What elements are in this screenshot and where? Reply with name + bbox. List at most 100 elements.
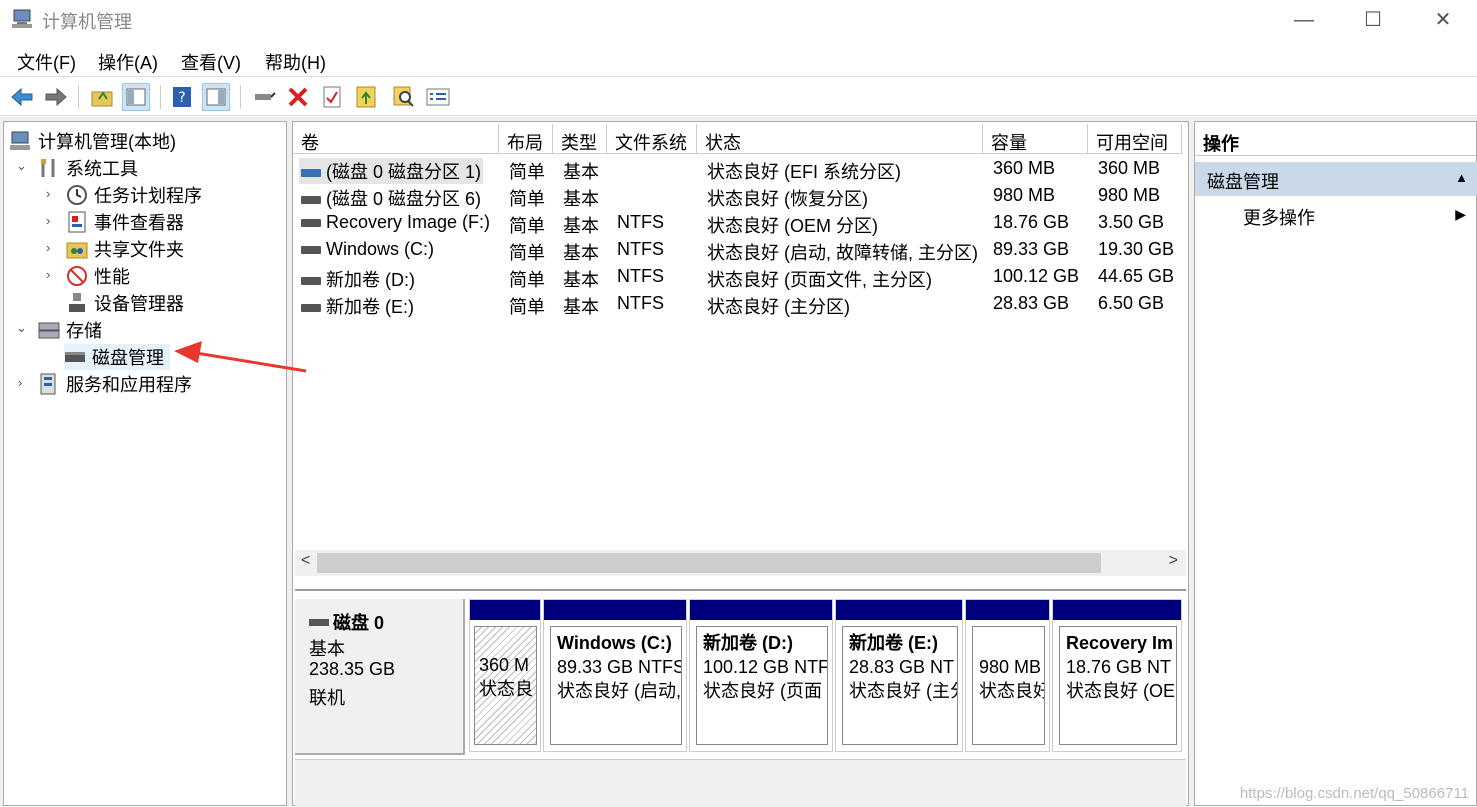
tree-root-label: 计算机管理(本地) (38, 132, 176, 152)
partition-block[interactable]: Windows (C:) 89.33 GB NTFS 状态良好 (启动, (543, 599, 687, 752)
tree-item-services-apps[interactable]: 服务和应用程序 (38, 371, 192, 397)
properties-icon[interactable] (318, 83, 346, 111)
toolbar-separator (240, 85, 241, 109)
volume-type: 基本 (563, 243, 599, 263)
more-actions-item[interactable]: 更多操作 (1243, 204, 1315, 230)
volume-type: 基本 (563, 297, 599, 317)
volume-name: Windows (C:) (301, 239, 434, 260)
menu-file[interactable]: 文件(F) (17, 49, 76, 75)
tree-item-task-scheduler[interactable]: 任务计划程序 (66, 182, 202, 208)
chevron-down-icon[interactable]: ⌄ (16, 320, 27, 336)
chevron-right-icon[interactable]: › (46, 213, 50, 228)
volume-layout: 简单 (509, 243, 545, 263)
menu-view[interactable]: 查看(V) (181, 49, 241, 75)
volume-capacity: 100.12 GB (993, 266, 1080, 286)
volume-type: 基本 (563, 216, 599, 236)
chevron-right-icon[interactable]: › (46, 240, 50, 255)
chevron-down-icon[interactable]: ⌄ (16, 158, 27, 174)
tree-item-storage[interactable]: 存储 (38, 317, 102, 343)
partition-body: 新加卷 (E:) 28.83 GB NT 状态良好 (主分 (842, 626, 958, 745)
disk-icon (64, 346, 86, 368)
minimize-button[interactable]: — (1281, 4, 1327, 36)
column-header-capacity[interactable]: 容量 (983, 124, 1088, 154)
show-hide-action-pane-icon[interactable] (202, 83, 230, 111)
partition-block[interactable]: 新加卷 (E:) 28.83 GB NT 状态良好 (主分 (835, 599, 963, 752)
forward-arrow-icon[interactable] (42, 83, 70, 111)
column-header-type[interactable]: 类型 (553, 124, 607, 154)
column-header-layout[interactable]: 布局 (499, 124, 553, 154)
tree-item-event-viewer[interactable]: 事件查看器 (66, 209, 184, 235)
column-header-filesystem[interactable]: 文件系统 (607, 124, 697, 154)
partition-block[interactable]: 360 M 状态良 (469, 599, 541, 752)
volume-free: 980 MB (1098, 185, 1161, 205)
column-header-free-space[interactable]: 可用空间 (1088, 124, 1182, 154)
volume-list-pane: 卷 布局 类型 文件系统 状态 容量 可用空间 (磁盘 0 磁盘分区 1) 简单… (292, 121, 1189, 807)
tree-item-label: 存储 (66, 321, 102, 341)
volume-name-text: 新加卷 (D:) (326, 270, 415, 290)
tree-item-disk-management[interactable]: 磁盘管理 (64, 344, 170, 370)
volume-free: 6.50 GB (1098, 293, 1165, 313)
delete-icon[interactable] (284, 83, 312, 111)
partition-header (470, 600, 540, 620)
watermark: https://blog.csdn.net/qq_50866711 (1239, 785, 1469, 802)
volume-status: 状态良好 (EFI 系统分区) (707, 162, 901, 182)
column-header-volume[interactable]: 卷 (293, 124, 499, 154)
tree-root[interactable]: 计算机管理(本地) (10, 128, 176, 154)
list-icon[interactable] (424, 83, 452, 111)
menu-help[interactable]: 帮助(H) (265, 49, 326, 75)
volume-name-text: Recovery Image (F:) (326, 212, 491, 232)
volume-icon (301, 169, 321, 178)
chevron-right-icon[interactable]: › (46, 186, 50, 201)
show-hide-tree-icon[interactable] (122, 83, 150, 111)
help-icon[interactable]: ? (168, 83, 196, 111)
partition-status: 状态良好 (OE (1066, 681, 1176, 701)
volume-capacity: 980 MB (993, 185, 1056, 205)
volume-free: 360 MB (1098, 158, 1161, 178)
close-button[interactable]: ✕ (1420, 4, 1466, 36)
tools-icon (38, 157, 60, 179)
scrollbar-thumb[interactable] (317, 553, 1101, 573)
chevron-right-icon[interactable]: › (46, 267, 50, 282)
storage-icon (38, 319, 60, 341)
services-icon (38, 373, 60, 395)
volume-name: 新加卷 (E:) (301, 293, 414, 319)
tree-item-performance[interactable]: 性能 (66, 263, 130, 289)
search-icon[interactable] (390, 83, 418, 111)
volume-type: 基本 (563, 270, 599, 290)
maximize-button[interactable]: ☐ (1350, 4, 1396, 36)
horizontal-scrollbar[interactable]: < > (295, 550, 1186, 576)
menu-bar: 文件(F) 操作(A) 查看(V) 帮助(H) (0, 42, 1477, 76)
volume-icon (301, 304, 321, 313)
expand-arrow-icon[interactable]: ▶ (1455, 206, 1466, 223)
partition-body: 360 M 状态良 (474, 626, 537, 745)
partition-header (836, 600, 962, 620)
partition-size: 28.83 GB NT (849, 657, 955, 677)
partition-body: 新加卷 (D:) 100.12 GB NTF 状态良好 (页面 (696, 626, 828, 745)
tree-item-shared-folders[interactable]: 共享文件夹 (66, 236, 184, 262)
column-header-status[interactable]: 状态 (697, 124, 983, 154)
tree-item-label: 任务计划程序 (94, 186, 202, 206)
up-folder-icon[interactable] (88, 83, 116, 111)
scroll-left-button[interactable]: < (301, 552, 310, 570)
tree-item-system-tools[interactable]: 系统工具 (38, 155, 138, 181)
partition-block[interactable]: 新加卷 (D:) 100.12 GB NTF 状态良好 (页面 (689, 599, 833, 752)
scroll-right-button[interactable]: > (1169, 552, 1178, 570)
disk-info-panel[interactable]: 磁盘 0 基本 238.35 GB 联机 (295, 599, 465, 755)
connect-icon[interactable] (250, 83, 278, 111)
partition-status: 状态良好 (页面 (703, 681, 822, 701)
refresh-icon[interactable] (352, 83, 380, 111)
partition-size: 100.12 GB NTF (703, 657, 828, 677)
menu-action[interactable]: 操作(A) (98, 49, 158, 75)
volume-capacity: 28.83 GB (993, 293, 1070, 313)
back-arrow-icon[interactable] (8, 83, 36, 111)
collapse-icon[interactable]: ▲ (1455, 170, 1468, 185)
chevron-right-icon[interactable]: › (18, 375, 22, 390)
tree-item-label: 磁盘管理 (92, 348, 164, 368)
volume-type: 基本 (563, 162, 599, 182)
partition-block[interactable]: 980 MB 状态良好 (965, 599, 1050, 752)
tree-item-device-manager[interactable]: 设备管理器 (66, 290, 184, 316)
volume-status: 状态良好 (页面文件, 主分区) (707, 270, 932, 290)
partition-block[interactable]: Recovery Im 18.76 GB NT 状态良好 (OE (1052, 599, 1182, 752)
actions-section-disk-management[interactable]: 磁盘管理 ▲ (1195, 162, 1477, 196)
disk-graphical-view: 磁盘 0 基本 238.35 GB 联机 360 M 状态良 Windows (… (295, 589, 1186, 807)
